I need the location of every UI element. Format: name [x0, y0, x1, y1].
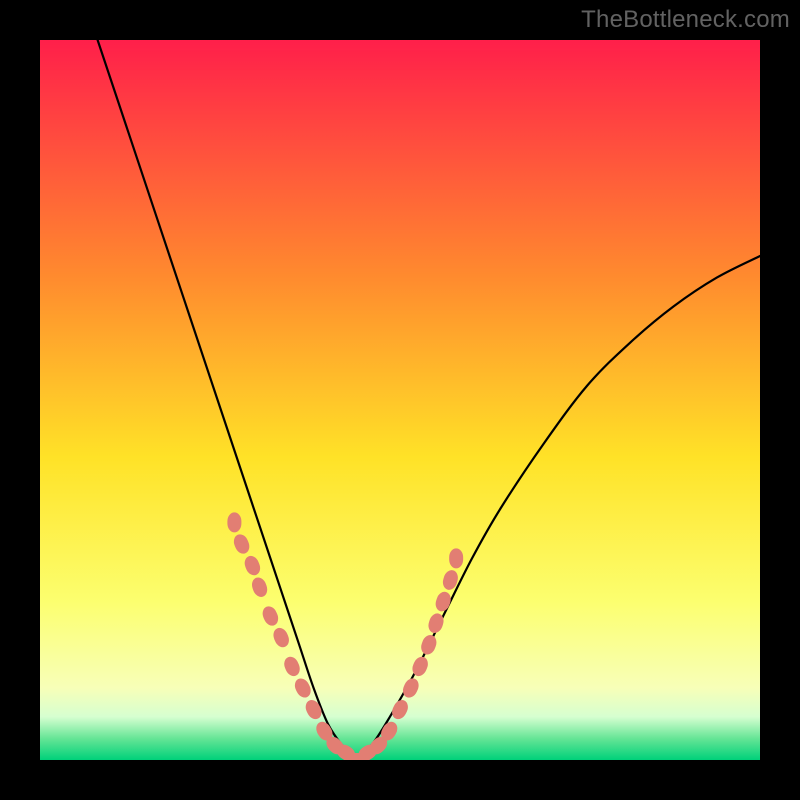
highlight-marker	[400, 676, 421, 700]
chart-frame: TheBottleneck.com	[0, 0, 800, 800]
watermark-text: TheBottleneck.com	[581, 6, 790, 34]
highlight-marker	[260, 604, 281, 628]
highlight-marker	[271, 626, 292, 650]
highlight-marker	[227, 512, 241, 532]
highlight-marker	[303, 698, 324, 722]
highlight-marker	[419, 633, 439, 657]
highlight-marker	[389, 698, 410, 722]
plot-area	[40, 40, 760, 760]
highlight-marker	[449, 548, 463, 568]
highlight-marker	[433, 590, 453, 613]
highlight-markers	[227, 512, 463, 760]
highlight-marker	[282, 654, 303, 678]
curve-layer	[40, 40, 760, 760]
highlight-marker	[250, 575, 270, 599]
highlight-marker	[242, 554, 263, 578]
highlight-marker	[231, 532, 252, 556]
